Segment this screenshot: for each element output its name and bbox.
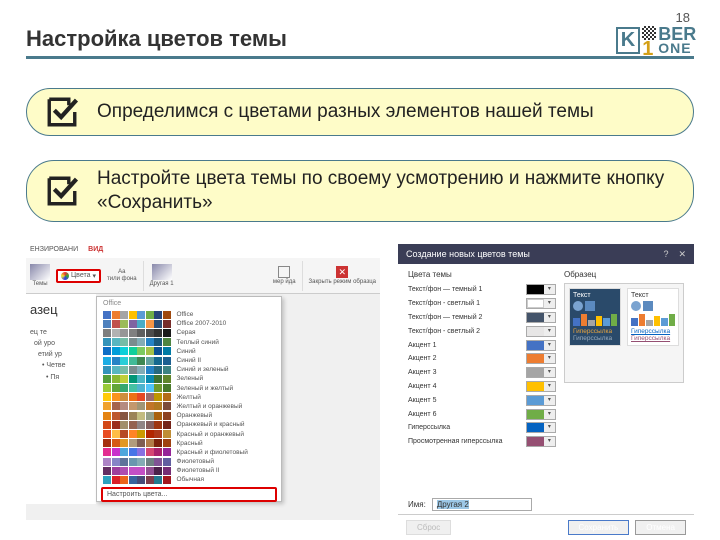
callout-2: Настройте цвета темы по своему усмотрени… xyxy=(26,160,694,222)
color-picker[interactable]: ▾ xyxy=(526,409,556,420)
customize-colors[interactable]: Настроить цвета... xyxy=(101,487,277,502)
color-row: Текст/фон - светлый 1▾ xyxy=(408,297,556,311)
color-picker[interactable]: ▾ xyxy=(526,381,556,392)
colors-button[interactable]: Цвета▾ xyxy=(56,269,101,283)
color-row: Акцент 3▾ xyxy=(408,366,556,380)
name-input[interactable]: Другая 2 xyxy=(432,498,532,511)
title-underline xyxy=(26,56,694,59)
theme-option[interactable]: Синий xyxy=(97,347,281,356)
color-picker[interactable]: ▾ xyxy=(526,353,556,364)
save-button[interactable]: Сохранить xyxy=(568,520,630,535)
theme-option[interactable]: Зеленый и желтый xyxy=(97,384,281,393)
dialog-title: Создание новых цветов темы xyxy=(406,249,530,259)
color-row: Текст/фон — темный 2▾ xyxy=(408,311,556,325)
colors-dropdown: Office OfficeOffice 2007-2010СераяТеплый… xyxy=(96,296,282,502)
color-picker[interactable]: ▾ xyxy=(526,340,556,351)
color-row: Текст/фон — темный 1▾ xyxy=(408,283,556,297)
preview-card-light: Текст ГиперссылкаГиперссылка xyxy=(627,288,679,346)
close-icon[interactable]: ✕ xyxy=(678,249,686,260)
cancel-button[interactable]: Отмена xyxy=(635,520,686,535)
check-icon xyxy=(45,95,79,129)
theme-option[interactable]: Красный и фиолетовый xyxy=(97,448,281,457)
preview-card-dark: Текст ГиперссылкаГиперссылка xyxy=(569,288,621,346)
color-row: Акцент 2▾ xyxy=(408,352,556,366)
theme-option[interactable]: Office xyxy=(97,310,281,319)
color-picker[interactable]: ▾ xyxy=(526,367,556,378)
color-list: Цвета темы Текст/фон — темный 1▾Текст/фо… xyxy=(408,270,556,488)
theme-option[interactable]: Оранжевый и красный xyxy=(97,420,281,429)
color-row: Акцент 6▾ xyxy=(408,407,556,421)
logo: K 1 BERONE xyxy=(620,24,692,56)
section-label-preview: Образец xyxy=(564,270,684,279)
reset-button[interactable]: Сброс xyxy=(406,520,451,535)
dropdown-header: Office xyxy=(97,297,281,310)
theme-option[interactable]: Фиолетовый II xyxy=(97,466,281,475)
name-label: Имя: xyxy=(408,500,426,509)
callout-text-1: Определимся с цветами разных элементов н… xyxy=(97,100,594,124)
color-picker[interactable]: ▾ xyxy=(526,326,556,337)
ribbon-size[interactable]: мер йда xyxy=(273,266,296,285)
callout-1: Определимся с цветами разных элементов н… xyxy=(26,88,694,136)
ribbon-styles[interactable]: Aaтили фона xyxy=(107,269,137,282)
color-row: Текст/фон - светлый 2▾ xyxy=(408,324,556,338)
preview-box: Текст ГиперссылкаГиперссылка Текст Гипер… xyxy=(564,283,684,383)
theme-option[interactable]: Оранжевый xyxy=(97,411,281,420)
color-picker[interactable]: ▾ xyxy=(526,312,556,323)
callout-text-2: Настройте цвета темы по своему усмотрени… xyxy=(97,167,675,215)
page-title: Настройка цветов темы xyxy=(26,26,287,52)
slide-preview: азец ец теой уроетий ур• Четве• Пя xyxy=(26,294,96,504)
theme-option[interactable]: Красный и оранжевый xyxy=(97,429,281,438)
theme-option[interactable]: Зеленый xyxy=(97,374,281,383)
theme-option[interactable]: Синий II xyxy=(97,356,281,365)
help-icon[interactable]: ? xyxy=(663,249,668,260)
check-icon xyxy=(45,174,79,208)
ribbon-close[interactable]: ✕Закрыть режим образца xyxy=(309,266,376,285)
color-picker[interactable]: ▾ xyxy=(526,395,556,406)
theme-option[interactable]: Теплый синий xyxy=(97,338,281,347)
color-row: Просмотренная гиперссылка▾ xyxy=(408,435,556,449)
screenshot-left: ЕНЗИРОВАНИ ВИД Темы Цвета▾ Aaтили фона Д… xyxy=(26,244,380,520)
name-row: Имя: Другая 2 xyxy=(398,494,694,514)
color-picker[interactable]: ▾ xyxy=(526,436,556,447)
ribbon-tab[interactable]: ВИД xyxy=(88,246,103,256)
theme-option[interactable]: Фиолетовый xyxy=(97,457,281,466)
theme-option[interactable]: Желтый xyxy=(97,393,281,402)
theme-option[interactable]: Синий и зеленый xyxy=(97,365,281,374)
color-row: Гиперссылка▾ xyxy=(408,421,556,435)
color-row: Акцент 4▾ xyxy=(408,380,556,394)
theme-option[interactable]: Обычная xyxy=(97,475,281,484)
ribbon-other[interactable]: Другая 1 xyxy=(150,264,174,287)
theme-option[interactable]: Желтый и оранжевый xyxy=(97,402,281,411)
ribbon: Темы Цвета▾ Aaтили фона Другая 1 мер йда… xyxy=(26,258,380,294)
page-number: 18 xyxy=(676,10,690,25)
theme-option[interactable]: Серая xyxy=(97,328,281,337)
ribbon-tab[interactable]: ЕНЗИРОВАНИ xyxy=(30,246,78,256)
ribbon-themes[interactable]: Темы xyxy=(30,264,50,287)
ribbon-tabs: ЕНЗИРОВАНИ ВИД xyxy=(26,244,380,258)
color-row: Акцент 5▾ xyxy=(408,393,556,407)
color-picker[interactable]: ▾ xyxy=(526,284,556,295)
section-label-colors: Цвета темы xyxy=(408,270,556,279)
theme-option[interactable]: Красный xyxy=(97,439,281,448)
color-row: Акцент 1▾ xyxy=(408,338,556,352)
dialog-titlebar: Создание новых цветов темы ? ✕ xyxy=(398,244,694,264)
screenshot-right: Создание новых цветов темы ? ✕ Цвета темы… xyxy=(398,244,694,520)
color-picker[interactable]: ▾ xyxy=(526,298,556,309)
theme-option[interactable]: Office 2007-2010 xyxy=(97,319,281,328)
color-picker[interactable]: ▾ xyxy=(526,422,556,433)
